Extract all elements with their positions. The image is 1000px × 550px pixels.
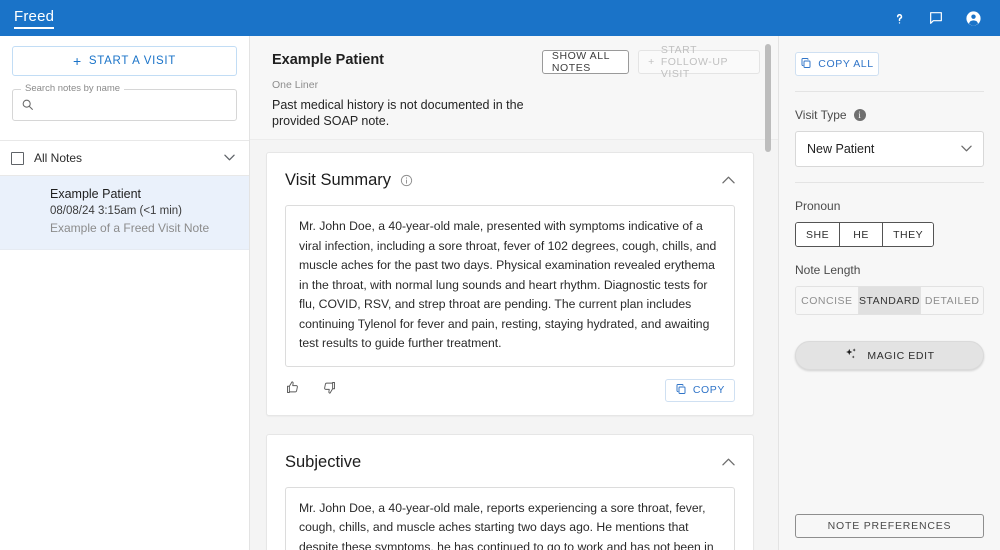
note-length-option-detailed[interactable]: DETAILED <box>921 287 983 314</box>
main-content: Example Patient One Liner Past medical h… <box>250 36 778 550</box>
pronoun-option-he[interactable]: HE <box>840 223 884 246</box>
card-title: Visit Summary <box>285 171 392 189</box>
pronoun-option-they[interactable]: THEY <box>883 223 934 246</box>
magic-edit-label: MAGIC EDIT <box>867 349 935 362</box>
divider <box>795 91 984 92</box>
card-title-wrap: Subjective <box>285 452 361 472</box>
note-length-segmented-control: CONCISE STANDARD DETAILED <box>795 286 984 315</box>
visit-type-value: New Patient <box>807 142 875 156</box>
patient-header: Example Patient One Liner Past medical h… <box>250 36 778 140</box>
info-icon[interactable]: i <box>853 109 866 121</box>
copy-all-label: COPY ALL <box>818 58 874 70</box>
visit-summary-text[interactable]: Mr. John Doe, a 40-year-old male, presen… <box>285 205 735 367</box>
chevron-up-icon[interactable] <box>722 458 735 466</box>
start-a-visit-label: START A VISIT <box>88 55 176 67</box>
subjective-text[interactable]: Mr. John Doe, a 40-year-old male, report… <box>285 486 735 550</box>
one-liner-text: Past medical history is not documented i… <box>272 98 524 128</box>
subjective-card: Subjective Mr. John Doe, a 40-year-old m… <box>266 433 754 550</box>
thumbs-down-icon[interactable] <box>322 380 337 400</box>
topbar-icon-group <box>892 10 986 27</box>
visit-type-label: Visit Type <box>795 108 847 122</box>
card-header[interactable]: Visit Summary <box>267 153 753 205</box>
show-all-notes-button[interactable]: SHOW ALL NOTES <box>541 50 630 74</box>
note-patient-name: Example Patient <box>50 187 142 201</box>
card-header[interactable]: Subjective <box>267 435 753 487</box>
chat-icon[interactable] <box>928 10 944 26</box>
pronoun-label: Pronoun <box>795 199 841 213</box>
note-description: Example of a Freed Visit Note <box>50 221 210 235</box>
note-timestamp: 08/08/24 3:15am (<1 min) <box>50 205 183 217</box>
vertical-scrollbar[interactable] <box>765 44 771 152</box>
help-icon[interactable] <box>892 11 907 26</box>
thumbs-up-icon[interactable] <box>285 380 300 400</box>
list-item[interactable]: Example Patient 08/08/24 3:15am (<1 min)… <box>0 176 249 250</box>
account-icon[interactable] <box>965 10 982 27</box>
sparkles-icon <box>844 347 858 364</box>
start-followup-visit-label: START FOLLOW-UP VISIT <box>660 44 728 80</box>
sidebar-top: + START A VISIT Search notes by name <box>0 36 249 129</box>
pronoun-segmented-control: SHE HE THEY <box>795 222 935 247</box>
copy-label: COPY <box>692 384 725 396</box>
start-a-visit-button[interactable]: + START A VISIT <box>12 46 237 76</box>
magic-edit-button[interactable]: MAGIC EDIT <box>795 341 984 370</box>
pronoun-option-she[interactable]: SHE <box>796 223 841 246</box>
plus-icon: + <box>73 53 82 69</box>
plus-icon: + <box>648 56 655 68</box>
chevron-down-icon[interactable] <box>224 154 235 163</box>
copy-icon <box>675 383 687 398</box>
search-notes-field[interactable]: Search notes by name <box>12 83 237 121</box>
one-liner-label: One Liner <box>272 79 319 91</box>
card-footer: COPY <box>267 367 753 415</box>
card-body: Mr. John Doe, a 40-year-old male, presen… <box>267 205 753 367</box>
page-title: Example Patient <box>272 52 385 68</box>
chevron-down-icon <box>961 144 972 154</box>
app-body: + START A VISIT Search notes by name All… <box>0 36 1000 550</box>
all-notes-checkbox[interactable] <box>11 151 24 165</box>
app-logo[interactable]: Freed <box>14 8 55 29</box>
all-notes-label: All Notes <box>34 151 83 165</box>
search-icon <box>21 98 34 116</box>
top-bar: Freed <box>0 0 1000 36</box>
copy-all-button[interactable]: COPY ALL <box>795 52 879 76</box>
right-panel: COPY ALL Visit Type i New Patient Pronou… <box>778 36 1000 550</box>
notes-scroll-area: Visit Summary Mr. John Doe, a 40-year-ol… <box>250 140 778 550</box>
visit-type-select[interactable]: New Patient <box>795 131 984 167</box>
card-title: Subjective <box>285 452 362 471</box>
copy-icon <box>800 57 812 72</box>
info-icon[interactable] <box>400 174 413 187</box>
patient-header-left: Example Patient One Liner Past medical h… <box>272 48 542 129</box>
card-body: Mr. John Doe, a 40-year-old male, report… <box>267 486 753 550</box>
divider <box>795 182 984 183</box>
right-panel-spacer <box>795 370 984 514</box>
chevron-up-icon[interactable] <box>722 176 735 184</box>
visit-summary-card: Visit Summary Mr. John Doe, a 40-year-ol… <box>266 152 754 416</box>
feedback-group <box>285 380 337 400</box>
note-length-option-concise[interactable]: CONCISE <box>796 287 859 314</box>
all-notes-filter-row[interactable]: All Notes <box>0 140 249 176</box>
copy-button[interactable]: COPY <box>664 378 735 402</box>
sidebar: + START A VISIT Search notes by name All… <box>0 36 250 550</box>
search-legend: Search notes by name <box>21 83 125 94</box>
visit-type-label-row: Visit Type i <box>795 108 984 122</box>
notes-list: Example Patient 08/08/24 3:15am (<1 min)… <box>0 176 249 550</box>
app-root: Freed + START A VISIT Search notes by na… <box>0 0 1000 550</box>
card-title-wrap: Visit Summary <box>285 170 413 190</box>
patient-header-actions: SHOW ALL NOTES + START FOLLOW-UP VISIT <box>541 44 760 80</box>
start-followup-visit-button[interactable]: + START FOLLOW-UP VISIT <box>638 44 760 80</box>
note-length-label: Note Length <box>795 263 861 277</box>
note-length-option-standard[interactable]: STANDARD <box>858 287 922 314</box>
note-preferences-button[interactable]: NOTE PREFERENCES <box>795 514 984 538</box>
